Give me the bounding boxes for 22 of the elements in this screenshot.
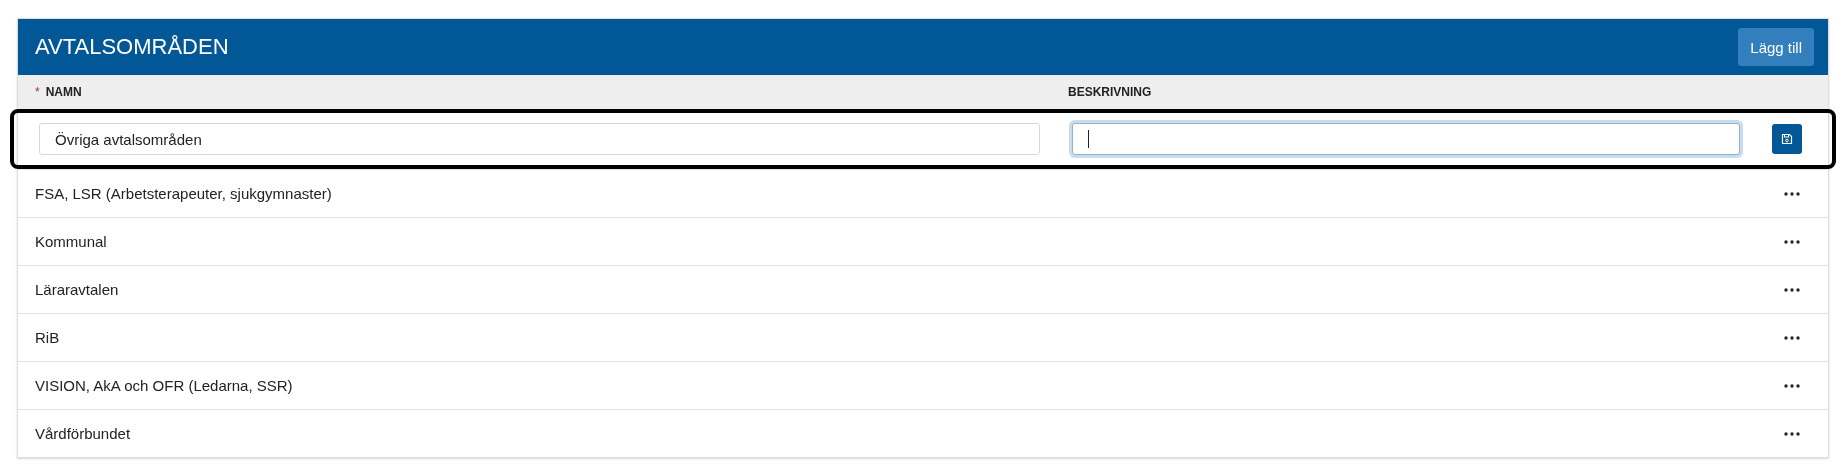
row-name: Läraravtalen [35, 281, 119, 298]
required-mark: * [35, 85, 40, 99]
description-field[interactable] [1072, 123, 1740, 155]
row-name: FSA, LSR (Arbetsterapeuter, sjukgymnaster) [35, 185, 332, 202]
save-button[interactable] [1772, 124, 1802, 154]
more-icon [1784, 191, 1800, 196]
save-icon [1781, 133, 1793, 145]
text-cursor [1088, 130, 1089, 148]
row-name: VISION, AkA och OFR (Ledarna, SSR) [35, 377, 293, 394]
column-header: NAMN [45, 85, 82, 99]
row-name: Vårdförbundet [35, 425, 131, 442]
more-icon [1784, 383, 1800, 388]
more-icon [1784, 431, 1800, 436]
panel-title: AVTALSOMRÅDEN [35, 34, 229, 60]
column-header: BESKRIVNING [1068, 85, 1152, 99]
add-button[interactable]: Lägg till [1738, 28, 1814, 66]
row-name: RiB [35, 329, 60, 346]
row-name: Kommunal [35, 233, 107, 250]
more-icon [1784, 239, 1800, 244]
more-icon [1784, 335, 1800, 340]
name-field[interactable]: Övriga avtalsområden [39, 123, 1040, 155]
more-icon [1784, 287, 1800, 292]
